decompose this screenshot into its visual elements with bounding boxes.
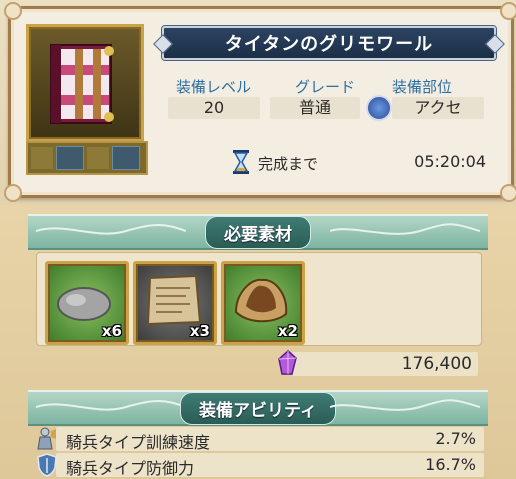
grade-label: グレード xyxy=(295,78,356,96)
item-name: タイタンのグリモワール xyxy=(224,34,434,55)
corner-ornament xyxy=(4,2,22,20)
item-portrait[interactable] xyxy=(26,24,144,142)
material-count: x2 xyxy=(277,322,298,340)
scroll-map-icon xyxy=(146,274,202,326)
cost-value: 176,400 xyxy=(401,354,472,374)
item-title-banner: タイタンのグリモワール xyxy=(153,26,505,60)
ability-name: 騎兵タイプ訓練速度 xyxy=(66,433,211,452)
materials-list: x6 x3 x2 xyxy=(36,252,482,346)
material-slot[interactable]: x6 xyxy=(45,261,129,345)
materials-header: 必要素材 xyxy=(28,214,488,250)
ability-value: 2.7% xyxy=(435,429,476,448)
level-label: 装備レベル xyxy=(176,78,252,96)
material-slot[interactable]: x3 xyxy=(133,261,217,345)
corner-ornament xyxy=(4,184,22,202)
slot-value: アクセ xyxy=(392,97,484,119)
material-count: x3 xyxy=(189,322,210,340)
corner-ornament xyxy=(500,184,516,202)
timer-value: 05:20:04 xyxy=(414,152,486,171)
material-count: x6 xyxy=(101,322,122,340)
flourish-ornament xyxy=(330,223,480,235)
grade-value: 普通 xyxy=(270,97,360,119)
stone-icon xyxy=(57,287,111,321)
cavalry-knight-icon xyxy=(37,427,56,450)
hourglass-icon xyxy=(233,150,249,174)
abilities-header: 装備アビリティ xyxy=(28,390,488,426)
material-slot[interactable]: x2 xyxy=(221,261,305,345)
gem-slots xyxy=(26,141,148,175)
empty-slot xyxy=(87,147,109,169)
flourish-ornament xyxy=(36,400,186,411)
shield-icon xyxy=(37,453,57,477)
flourish-ornament xyxy=(36,224,186,235)
level-value: 20 xyxy=(168,97,260,119)
empty-slot xyxy=(31,147,53,169)
crafting-cost: 176,400 xyxy=(278,350,478,376)
accessory-slot-icon xyxy=(366,95,392,121)
rune-slot-icon xyxy=(112,146,140,170)
materials-title: 必要素材 xyxy=(205,215,311,249)
grimoire-book-icon xyxy=(50,44,114,124)
ability-value: 16.7% xyxy=(425,455,476,474)
ability-row: 騎兵タイプ防御力 16.7% xyxy=(36,453,480,478)
craft-timer: 完成まで 05:20:04 xyxy=(230,150,490,176)
ability-row: 騎兵タイプ訓練速度 2.7% xyxy=(36,427,480,452)
slot-label: 装備部位 xyxy=(392,78,453,96)
corner-ornament xyxy=(500,2,516,20)
rune-slot-icon xyxy=(56,146,84,170)
abilities-title: 装備アビリティ xyxy=(180,391,336,425)
flourish-ornament xyxy=(330,399,480,411)
ability-name: 騎兵タイプ防御力 xyxy=(66,459,195,478)
purple-crystal-icon xyxy=(278,350,297,375)
timer-label: 完成まで xyxy=(258,155,319,173)
leather-hide-icon xyxy=(234,278,288,323)
